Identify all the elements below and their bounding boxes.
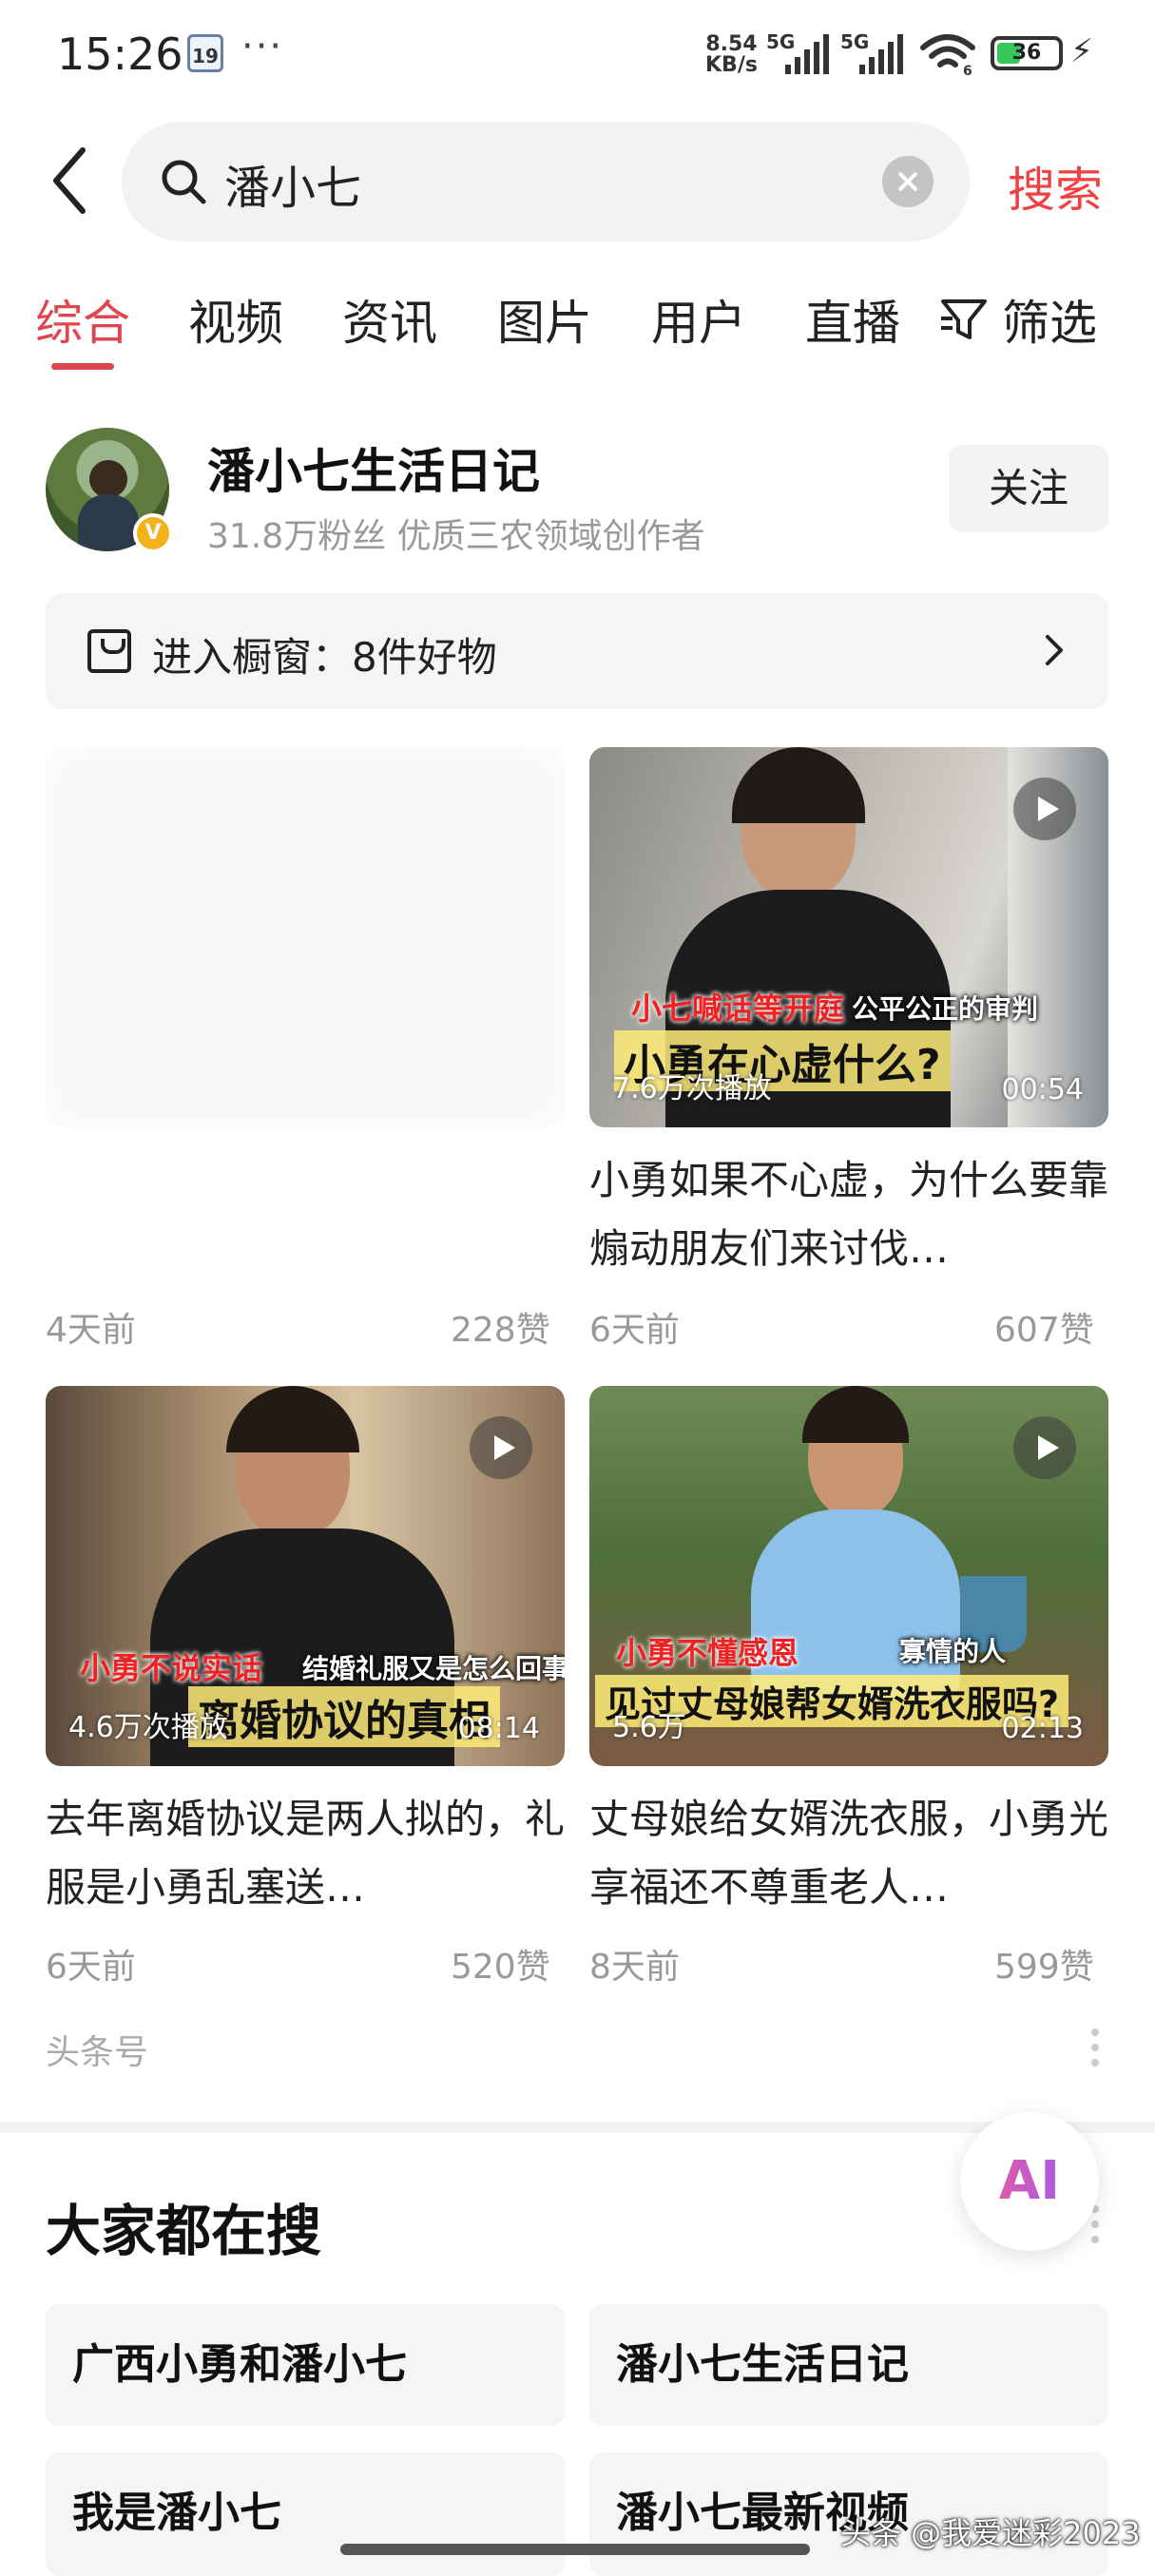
follow-button[interactable]: 关注 <box>949 445 1108 532</box>
tab-users[interactable]: 用户 <box>651 285 746 354</box>
shop-window-label: 进入橱窗：8件好物 <box>152 634 497 681</box>
related-searches-title: 大家都在搜 <box>46 2199 322 2263</box>
video-plays: 4.6万次播放 <box>68 1711 228 1744</box>
active-tab-indicator <box>51 363 114 370</box>
author-name[interactable]: 潘小七生活日记 <box>207 433 540 502</box>
tab-images[interactable]: 图片 <box>497 285 592 354</box>
filter-label: 筛选 <box>1002 296 1097 351</box>
search-button[interactable]: 搜索 <box>1008 152 1103 221</box>
clear-search-button[interactable] <box>882 156 934 207</box>
play-icon <box>1013 778 1076 840</box>
status-bar: 15:26 19 ··· 8.54 KB/s 5G 5G 6 36 ⚡ <box>0 0 1155 109</box>
related-search-item[interactable]: 我是潘小七 <box>46 2452 565 2576</box>
more-options-icon[interactable] <box>1091 2028 1101 2074</box>
video-age: 6天前 <box>589 1311 680 1350</box>
video-likes: 607赞 <box>994 1311 1094 1350</box>
thumbnail-caption: 离婚协议的真相 <box>188 1686 500 1747</box>
tab-video[interactable]: 视频 <box>188 285 283 354</box>
ai-assistant-button[interactable]: AI <box>960 2112 1099 2251</box>
thumbnail-caption: 公平公正的审判 <box>852 993 1039 1025</box>
signal-sim1-icon: 5G <box>766 30 833 74</box>
video-thumbnail[interactable]: 小七喊话等开庭 公平公正的审判 小勇在心虚什么? 7.6万次播放 00:54 <box>589 747 1108 1127</box>
signal-sim2-icon: 5G <box>840 30 907 74</box>
search-tabs: 综合 视频 资讯 图片 用户 直播 筛选 <box>0 285 1155 380</box>
net-speed: 8.54 KB/s <box>705 34 758 76</box>
source-label: 头条号 <box>46 2033 149 2072</box>
video-thumbnail[interactable]: 小勇不懂感恩 寡情的人 见过丈母娘帮女婿洗衣服吗? 5.6万 02:13 <box>589 1386 1108 1766</box>
shop-window-entry[interactable]: 进入橱窗：8件好物 <box>46 593 1108 709</box>
related-search-item[interactable]: 广西小勇和潘小七 <box>46 2304 565 2426</box>
video-likes: 228赞 <box>451 1311 550 1350</box>
thumbnail-caption: 结婚礼服又是怎么回事 <box>302 1653 565 1684</box>
tab-live[interactable]: 直播 <box>805 285 900 354</box>
thumbnail-caption: 小勇不说实话 <box>80 1650 263 1686</box>
status-time: 15:26 <box>57 29 183 80</box>
video-thumbnail[interactable]: 小勇不说实话 结婚礼服又是怎么回事 离婚协议的真相 4.6万次播放 08:14 <box>46 1386 565 1766</box>
search-input[interactable]: 潘小七 <box>122 122 970 241</box>
back-button[interactable] <box>43 143 100 219</box>
video-title[interactable]: 小勇如果不心虚，为什么要靠煽动朋友们来讨伐… <box>589 1146 1122 1283</box>
shop-bag-icon <box>87 629 131 673</box>
battery-icon: 36 <box>991 36 1063 70</box>
video-likes: 599赞 <box>994 1948 1094 1987</box>
tab-comprehensive[interactable]: 综合 <box>35 285 130 354</box>
more-options-icon[interactable] <box>1091 2205 1101 2251</box>
search-icon <box>162 160 206 204</box>
video-plays: 5.6万 <box>612 1711 686 1744</box>
charging-icon: ⚡ <box>1070 32 1093 70</box>
calendar-icon: 19 <box>187 34 223 72</box>
video-thumbnail[interactable] <box>46 747 565 1127</box>
home-indicator[interactable] <box>340 2544 810 2555</box>
ai-label: AI <box>960 2150 1099 2212</box>
verified-badge: V <box>133 513 173 553</box>
video-age: 4天前 <box>46 1311 136 1350</box>
video-title[interactable]: 去年离婚协议是两人拟的，礼服是小勇乱塞送… <box>46 1785 578 1922</box>
net-speed-unit: KB/s <box>705 53 758 77</box>
search-query: 潘小七 <box>224 162 362 215</box>
calendar-day: 19 <box>192 45 219 67</box>
watermark: 头条 @我爱迷彩2023 <box>840 2515 1141 2551</box>
video-title[interactable]: 丈母娘给女婿洗衣服，小勇光享福还不尊重老人… <box>589 1785 1122 1922</box>
play-icon <box>1013 1416 1076 1479</box>
video-age: 8天前 <box>589 1948 680 1987</box>
filter-icon <box>941 299 987 339</box>
video-plays: 7.6万次播放 <box>612 1072 772 1105</box>
video-likes: 520赞 <box>451 1948 550 1987</box>
battery-level: 36 <box>1011 41 1042 65</box>
chevron-right-icon <box>1046 635 1063 665</box>
tab-news[interactable]: 资讯 <box>342 285 437 354</box>
related-search-item[interactable]: 潘小七生活日记 <box>589 2304 1108 2426</box>
play-icon <box>470 1416 532 1479</box>
wifi-label: 6 <box>963 64 972 76</box>
filter-button[interactable]: 筛选 <box>939 285 1097 354</box>
wifi-icon: 6 <box>920 34 975 76</box>
video-duration: 00:54 <box>1001 1073 1084 1106</box>
net-speed-value: 8.54 <box>705 32 758 56</box>
video-age: 6天前 <box>46 1948 136 1987</box>
video-duration: 02:13 <box>1001 1712 1084 1745</box>
thumbnail-caption: 小勇不懂感恩 <box>616 1635 799 1671</box>
video-duration: 08:14 <box>457 1712 540 1745</box>
thumbnail-caption: 小七喊话等开庭 <box>631 990 845 1027</box>
thumbnail-caption: 寡情的人 <box>899 1636 1007 1667</box>
more-notifications-icon: ··· <box>241 25 284 68</box>
author-meta: 31.8万粉丝 优质三农领域创作者 <box>207 517 705 556</box>
